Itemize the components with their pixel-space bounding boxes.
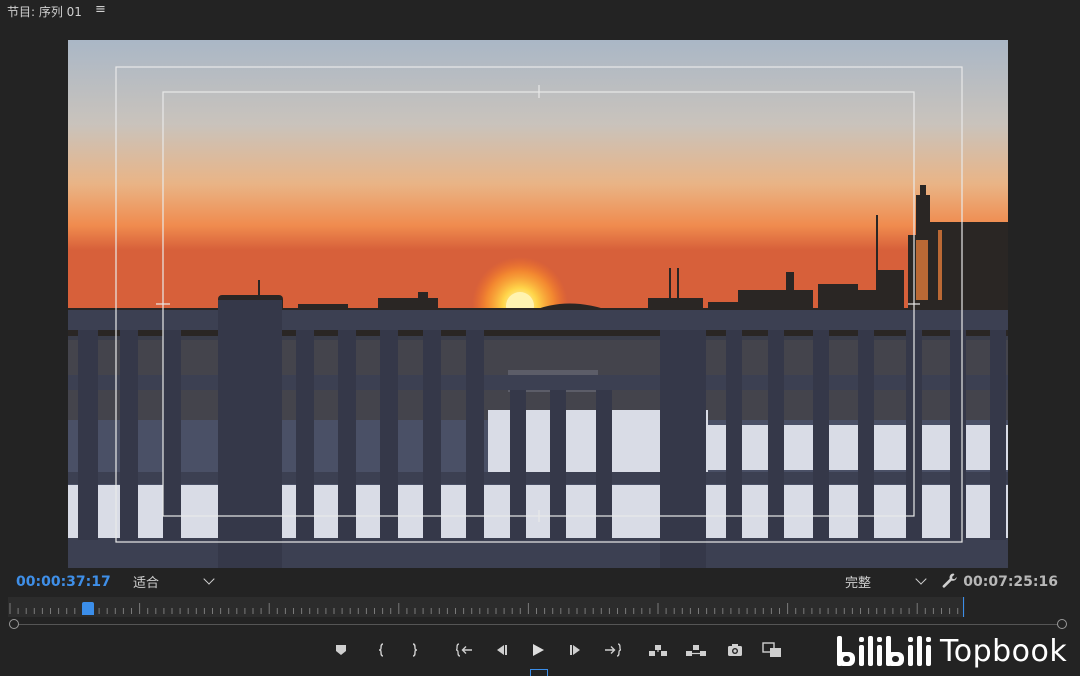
bilibili-topbook-watermark: Topbook [835, 632, 1067, 672]
program-monitor-video[interactable] [68, 40, 1008, 568]
duration-timecode: 00:07:25:16 [963, 574, 1058, 590]
sequence-end-marker [963, 597, 964, 617]
export-frame-icon[interactable] [724, 640, 746, 660]
zoom-level-select[interactable]: 适合 [133, 572, 215, 591]
scrollbar-left-handle[interactable] [9, 619, 19, 629]
step-back-icon[interactable] [490, 640, 512, 660]
playback-resolution-value: 完整 [845, 576, 872, 591]
playhead-handle[interactable] [82, 602, 95, 615]
go-to-out-icon[interactable] [602, 640, 624, 660]
mark-out-icon[interactable] [404, 640, 426, 660]
scrollbar-right-handle[interactable] [1057, 619, 1067, 629]
panel-title[interactable]: 节目: 序列 01 [7, 3, 82, 20]
zoom-level-value: 适合 [133, 576, 160, 591]
extract-icon[interactable] [685, 640, 707, 660]
hamburger-menu-icon[interactable]: ≡ [95, 2, 106, 17]
add-marker-icon[interactable] [330, 640, 352, 660]
wrench-icon[interactable] [941, 572, 959, 590]
panel-header: 节目: 序列 01 ≡ [0, 0, 1080, 22]
go-to-in-icon[interactable] [453, 640, 475, 660]
current-timecode[interactable]: 00:00:37:17 [16, 574, 111, 590]
zoom-scrollbar[interactable] [14, 624, 1064, 625]
play-icon[interactable] [527, 640, 549, 660]
ruler-ticks [9, 603, 959, 614]
bilibili-logo [837, 636, 931, 666]
lift-icon[interactable] [647, 640, 669, 660]
comparison-view-icon[interactable] [761, 640, 783, 660]
chevron-down-icon [203, 573, 215, 585]
step-forward-icon[interactable] [565, 640, 587, 660]
mark-in-icon[interactable] [370, 640, 392, 660]
playback-resolution-select[interactable]: 完整 [845, 572, 927, 591]
chevron-down-icon [915, 573, 927, 585]
time-ruler[interactable] [8, 597, 965, 617]
watermark-text: Topbook [940, 634, 1068, 669]
